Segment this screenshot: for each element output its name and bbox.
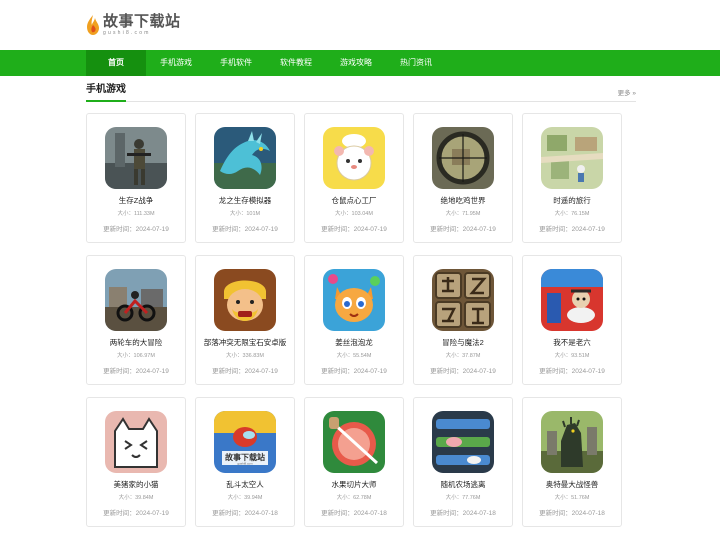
- nav-item-home[interactable]: 首页: [86, 50, 146, 76]
- section-title: 手机游戏: [86, 84, 126, 102]
- app-size: 大小：77.76M: [445, 495, 481, 501]
- white-cat-icon: [105, 411, 167, 473]
- app-name: 姜丝泡泡龙: [335, 338, 373, 347]
- nav-item-mobile-games[interactable]: 手机游戏: [146, 50, 206, 76]
- nav-item-game-guides[interactable]: 游戏攻略: [326, 50, 386, 76]
- app-name: 生存Z战争: [118, 196, 154, 205]
- toilet-monster-icon: [541, 269, 603, 331]
- app-name: 龙之生存模拟器: [218, 196, 272, 205]
- nav-item-hot-news[interactable]: 热门资讯: [386, 50, 446, 76]
- app-update-date: 更新时间：2024-07-18: [539, 510, 605, 517]
- app-name: 奥特曼大战怪兽: [545, 480, 599, 489]
- app-card[interactable]: 冒险与魔法2 大小：37.87M 更新时间：2024-07-19: [413, 255, 513, 385]
- app-card[interactable]: 部落冲突无限宝石安卓版 大小：336.83M 更新时间：2024-07-19: [195, 255, 295, 385]
- app-card[interactable]: 我不是老六 大小：93.51M 更新时间：2024-07-19: [522, 255, 622, 385]
- section-header: 手机游戏 更多 »: [86, 82, 636, 102]
- farm-maze-icon: [432, 411, 494, 473]
- app-update-date: 更新时间：2024-07-19: [103, 368, 169, 375]
- kaiju-icon: [541, 411, 603, 473]
- app-card[interactable]: 故事下载站 gushi8.com 乱斗太空人 大小：39.94M 更新时间：20…: [195, 397, 295, 527]
- app-size: 大小：101M: [229, 211, 261, 217]
- app-name: 绝地吃鸡世界: [440, 196, 486, 205]
- app-update-date: 更新时间：2024-07-19: [103, 510, 169, 517]
- app-card[interactable]: 时遥的旅行 大小：76.15M 更新时间：2024-07-19: [522, 113, 622, 243]
- app-update-date: 更新时间：2024-07-18: [321, 510, 387, 517]
- app-size: 大小：106.97M: [117, 353, 155, 359]
- app-card[interactable]: 姜丝泡泡龙 大小：55.54M 更新时间：2024-07-19: [304, 255, 404, 385]
- more-link[interactable]: 更多 »: [618, 87, 636, 97]
- app-update-date: 更新时间：2024-07-19: [539, 368, 605, 375]
- app-name: 时遥的旅行: [553, 196, 591, 205]
- app-name: 部落冲突无限宝石安卓版: [203, 338, 287, 347]
- app-name: 美猪家的小猫: [113, 480, 159, 489]
- app-update-date: 更新时间：2024-07-19: [430, 226, 496, 233]
- app-size: 大小：111.33M: [117, 211, 155, 217]
- hamster-chef-icon: [323, 127, 385, 189]
- app-update-date: 更新时间：2024-07-19: [212, 368, 278, 375]
- barbarian-icon: [214, 269, 276, 331]
- app-size: 大小：76.15M: [554, 211, 590, 217]
- app-name: 冒险与魔法2: [442, 338, 484, 347]
- site-title: 故事下载站: [103, 12, 181, 30]
- cat-bubble-icon: [323, 269, 385, 331]
- app-update-date: 更新时间：2024-07-19: [321, 368, 387, 375]
- soldier-icon: [105, 127, 167, 189]
- app-size: 大小：37.87M: [445, 353, 481, 359]
- app-update-date: 更新时间：2024-07-19: [103, 226, 169, 233]
- watermark-text: 故事下载站: [225, 452, 265, 462]
- travel-icon: [541, 127, 603, 189]
- bike-icon: [105, 269, 167, 331]
- site-header: 故事下载站 gushi8.com: [0, 0, 720, 50]
- app-size: 大小：51.76M: [554, 495, 590, 501]
- astronaut-icon: 故事下载站 gushi8.com: [214, 411, 276, 473]
- site-logo[interactable]: 故事下载站 gushi8.com: [86, 12, 181, 36]
- app-card[interactable]: 绝地吃鸡世界 大小：71.95M 更新时间：2024-07-19: [413, 113, 513, 243]
- app-update-date: 更新时间：2024-07-19: [321, 226, 387, 233]
- watermark-subtext: gushi8.com: [237, 462, 253, 466]
- app-size: 大小：71.95M: [445, 211, 481, 217]
- app-update-date: 更新时间：2024-07-19: [212, 226, 278, 233]
- scope-icon: [432, 127, 494, 189]
- app-name: 仓鼠点心工厂: [331, 196, 377, 205]
- app-size: 大小：93.51M: [554, 353, 590, 359]
- app-card[interactable]: 生存Z战争 大小：111.33M 更新时间：2024-07-19: [86, 113, 186, 243]
- dragon-icon: [214, 127, 276, 189]
- app-card[interactable]: 水果切片大师 大小：62.78M 更新时间：2024-07-18: [304, 397, 404, 527]
- app-size: 大小：39.84M: [118, 495, 154, 501]
- app-size: 大小：39.94M: [227, 495, 263, 501]
- app-name: 乱斗太空人: [226, 480, 264, 489]
- app-card[interactable]: 龙之生存模拟器 大小：101M 更新时间：2024-07-19: [195, 113, 295, 243]
- app-update-date: 更新时间：2024-07-18: [212, 510, 278, 517]
- app-card[interactable]: 两轮车的大冒险 大小：106.97M 更新时间：2024-07-19: [86, 255, 186, 385]
- app-update-date: 更新时间：2024-07-18: [430, 510, 496, 517]
- app-update-date: 更新时间：2024-07-19: [539, 226, 605, 233]
- app-size: 大小：103.04M: [335, 211, 373, 217]
- fruit-slice-icon: [323, 411, 385, 473]
- app-card[interactable]: 随机农场逃离 大小：77.76M 更新时间：2024-07-18: [413, 397, 513, 527]
- app-size: 大小：62.78M: [336, 495, 372, 501]
- app-name: 水果切片大师: [331, 480, 377, 489]
- app-name: 我不是老六: [553, 338, 591, 347]
- flame-logo-icon: [86, 14, 100, 36]
- app-size: 大小：336.83M: [226, 353, 264, 359]
- app-update-date: 更新时间：2024-07-19: [430, 368, 496, 375]
- app-card[interactable]: 奥特曼大战怪兽 大小：51.76M 更新时间：2024-07-18: [522, 397, 622, 527]
- app-card[interactable]: 美猪家的小猫 大小：39.84M 更新时间：2024-07-19: [86, 397, 186, 527]
- app-card[interactable]: 仓鼠点心工厂 大小：103.04M 更新时间：2024-07-19: [304, 113, 404, 243]
- main-nav: 首页 手机游戏 手机软件 软件教程 游戏攻略 热门资讯: [0, 50, 720, 76]
- app-name: 随机农场逃离: [440, 480, 486, 489]
- app-name: 两轮车的大冒险: [109, 338, 163, 347]
- nav-item-mobile-software[interactable]: 手机软件: [206, 50, 266, 76]
- app-size: 大小：55.54M: [336, 353, 372, 359]
- stone-tiles-icon: [432, 269, 494, 331]
- site-subtitle: gushi8.com: [103, 30, 151, 36]
- nav-item-software-tutorials[interactable]: 软件教程: [266, 50, 326, 76]
